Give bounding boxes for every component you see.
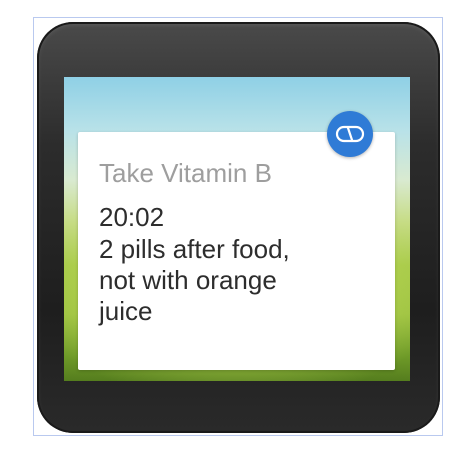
note-line: juice xyxy=(99,296,153,326)
notification-title: Take Vitamin B xyxy=(99,158,272,188)
notification-note: 2 pills after food, not with orange juic… xyxy=(99,234,389,327)
app-badge[interactable] xyxy=(327,111,373,157)
note-line: 2 pills after food, xyxy=(99,234,290,264)
pill-icon xyxy=(335,125,365,143)
note-line: not with orange xyxy=(99,265,277,295)
notification-time: 20:02 xyxy=(99,202,165,232)
